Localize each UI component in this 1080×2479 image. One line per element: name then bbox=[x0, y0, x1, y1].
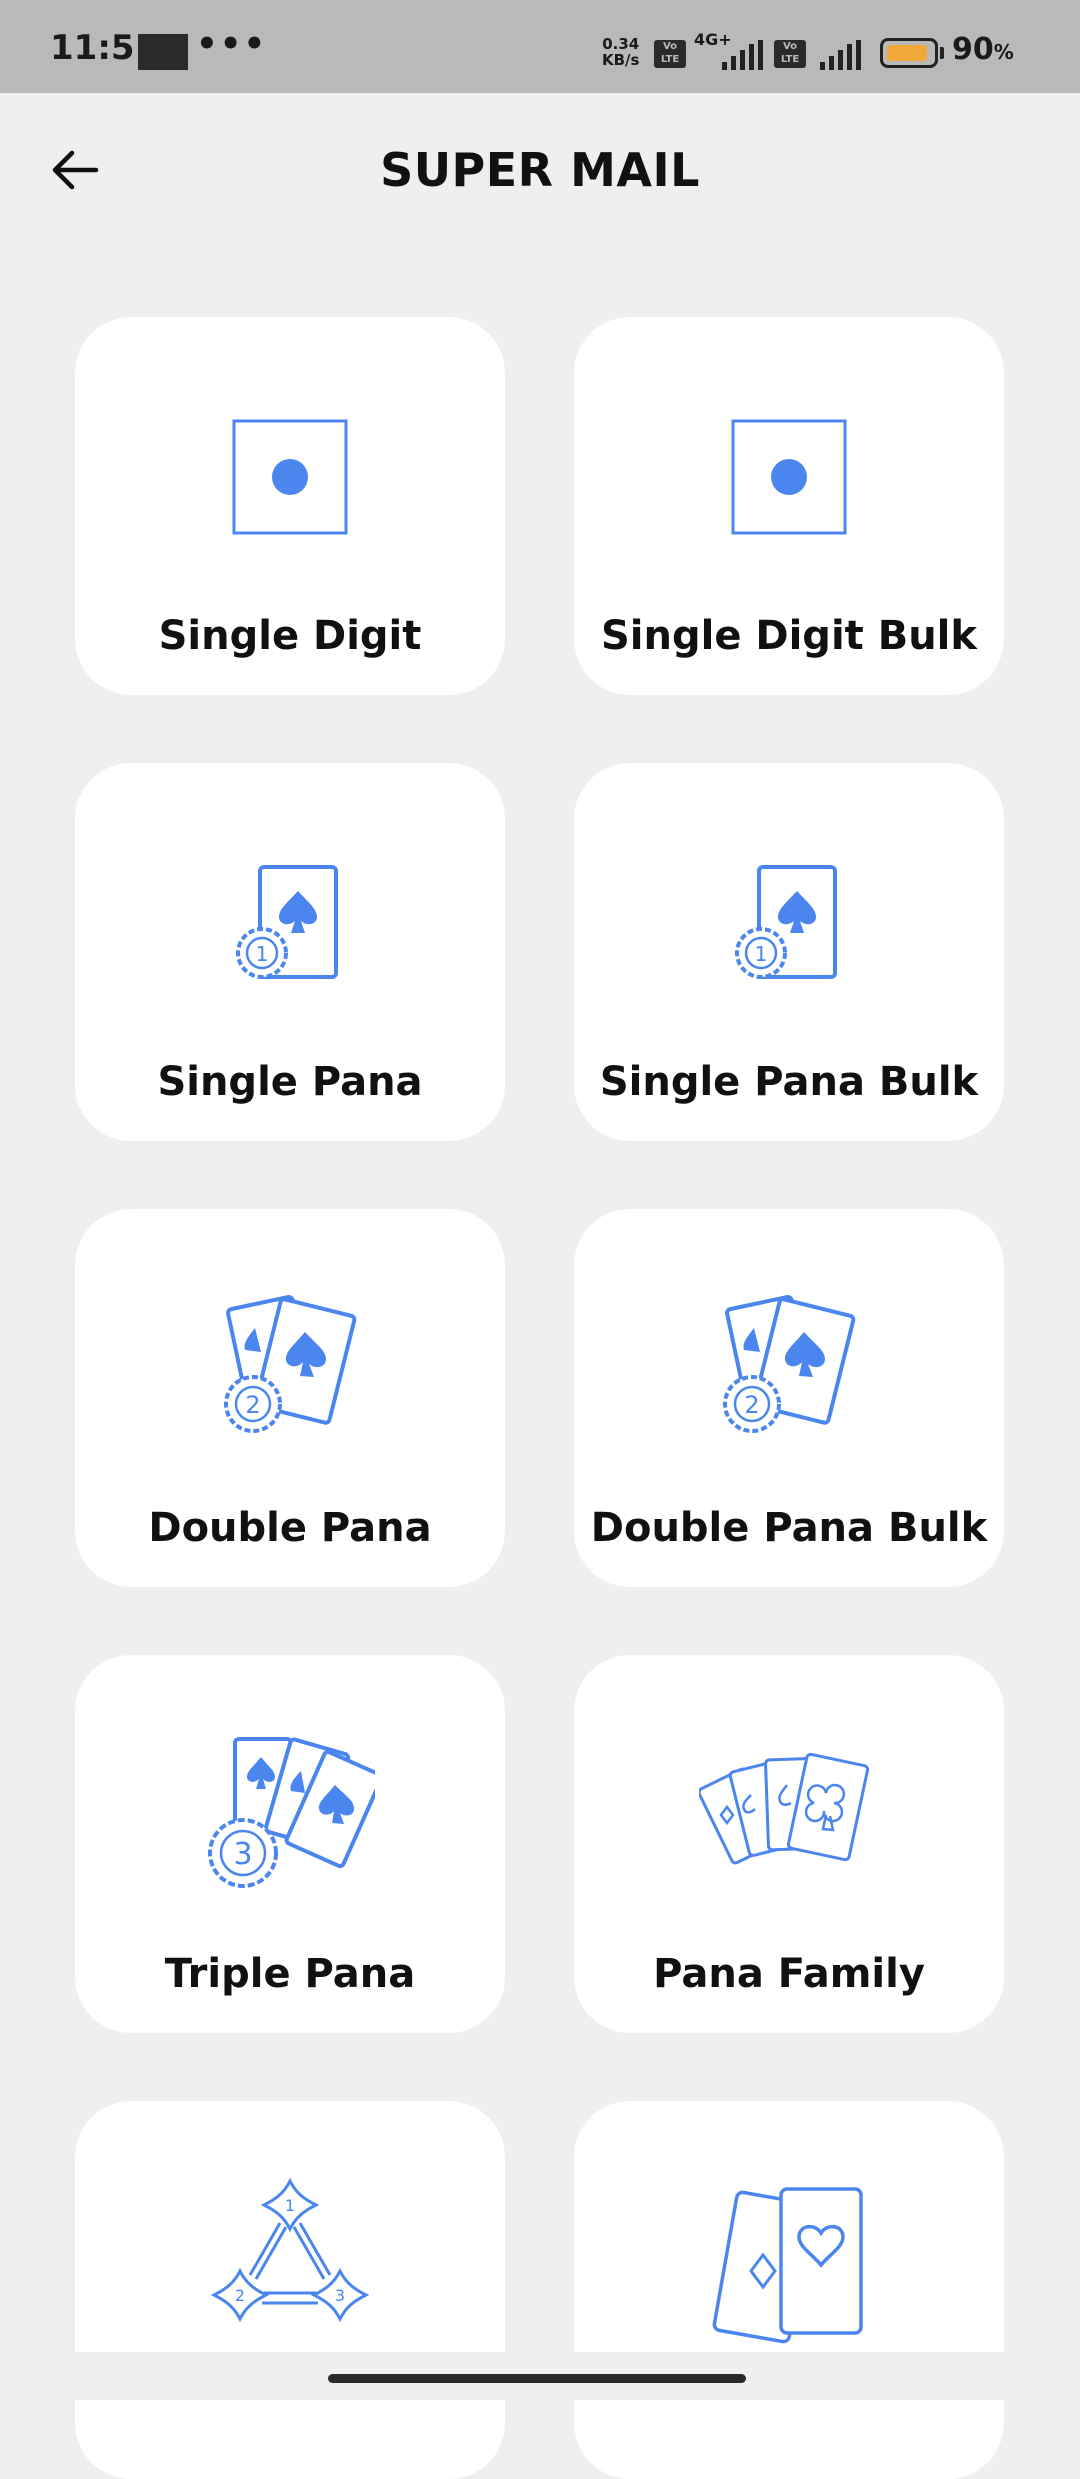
card-chip-1-icon: 1 bbox=[75, 843, 505, 1003]
svg-text:3: 3 bbox=[335, 2286, 345, 2305]
card-label: Double Pana Bulk bbox=[590, 1505, 988, 1551]
svg-text:1: 1 bbox=[755, 942, 768, 966]
game-card-double-pana[interactable]: 2 Double Pana bbox=[75, 1209, 505, 1587]
svg-text:2: 2 bbox=[744, 1391, 759, 1419]
app-bar: SUPER MAIL bbox=[0, 93, 1080, 248]
two-cards-icon bbox=[574, 2181, 1004, 2344]
card-label: Single Pana bbox=[157, 1059, 423, 1105]
die-icon bbox=[75, 397, 505, 557]
status-bar: 11:51 ••• 0.34 KB/s Vo LTE 4G+ Vo LTE 90… bbox=[0, 0, 1080, 93]
card-fan-icon bbox=[574, 1735, 1004, 1895]
die-icon bbox=[574, 397, 1004, 557]
card-chip-1-icon: 1 bbox=[574, 843, 1004, 1003]
network-speed: 0.34 KB/s bbox=[602, 35, 640, 69]
home-indicator[interactable] bbox=[328, 2374, 746, 2383]
cards-chip-2-icon: 2 bbox=[75, 1289, 505, 1449]
volte-icon: Vo LTE bbox=[654, 40, 686, 68]
game-card-single-digit-bulk[interactable]: Single Digit Bulk bbox=[574, 317, 1004, 695]
battery-percent: 90% bbox=[952, 32, 1014, 67]
card-label: Single Pana Bulk bbox=[599, 1059, 979, 1105]
card-label: Single Digit Bulk bbox=[601, 613, 977, 659]
battery-level bbox=[887, 45, 927, 61]
volte-icon-2: Vo LTE bbox=[774, 40, 806, 68]
game-card-double-pana-bulk[interactable]: 2 Double Pana Bulk bbox=[574, 1209, 1004, 1587]
battery-cap bbox=[940, 47, 944, 59]
game-card-single-pana[interactable]: 1 Single Pana bbox=[75, 763, 505, 1141]
svg-text:3: 3 bbox=[233, 1837, 252, 1872]
svg-text:2: 2 bbox=[235, 2286, 245, 2305]
more-notifications-icon: ••• bbox=[196, 24, 268, 64]
card-label: Double Pana bbox=[148, 1505, 432, 1551]
card-label: Pana Family bbox=[653, 1951, 925, 1997]
svg-text:1: 1 bbox=[256, 942, 269, 966]
svg-text:2: 2 bbox=[245, 1391, 260, 1419]
game-card-single-pana-bulk[interactable]: 1 Single Pana Bulk bbox=[574, 763, 1004, 1141]
battery-icon bbox=[880, 38, 938, 68]
svg-text:1: 1 bbox=[285, 2196, 295, 2215]
signal-icon bbox=[722, 40, 763, 70]
game-card-pana-family[interactable]: Pana Family bbox=[574, 1655, 1004, 2033]
signal-icon-2 bbox=[820, 40, 861, 70]
card-label: Single Digit bbox=[158, 613, 422, 659]
card-label: Triple Pana bbox=[164, 1951, 416, 1997]
game-card-item-9[interactable]: 1 2 3 bbox=[75, 2101, 505, 2479]
game-card-triple-pana[interactable]: 3 Triple Pana bbox=[75, 1655, 505, 2033]
page-title: SUPER MAIL bbox=[380, 143, 700, 197]
cards-chip-3-icon: 3 bbox=[75, 1735, 505, 1895]
diamond-triangle-icon: 1 2 3 bbox=[75, 2177, 505, 2341]
notification-icon bbox=[138, 34, 188, 70]
game-card-item-10[interactable] bbox=[574, 2101, 1004, 2479]
game-card-single-digit[interactable]: Single Digit bbox=[75, 317, 505, 695]
cards-chip-2-icon: 2 bbox=[574, 1289, 1004, 1449]
